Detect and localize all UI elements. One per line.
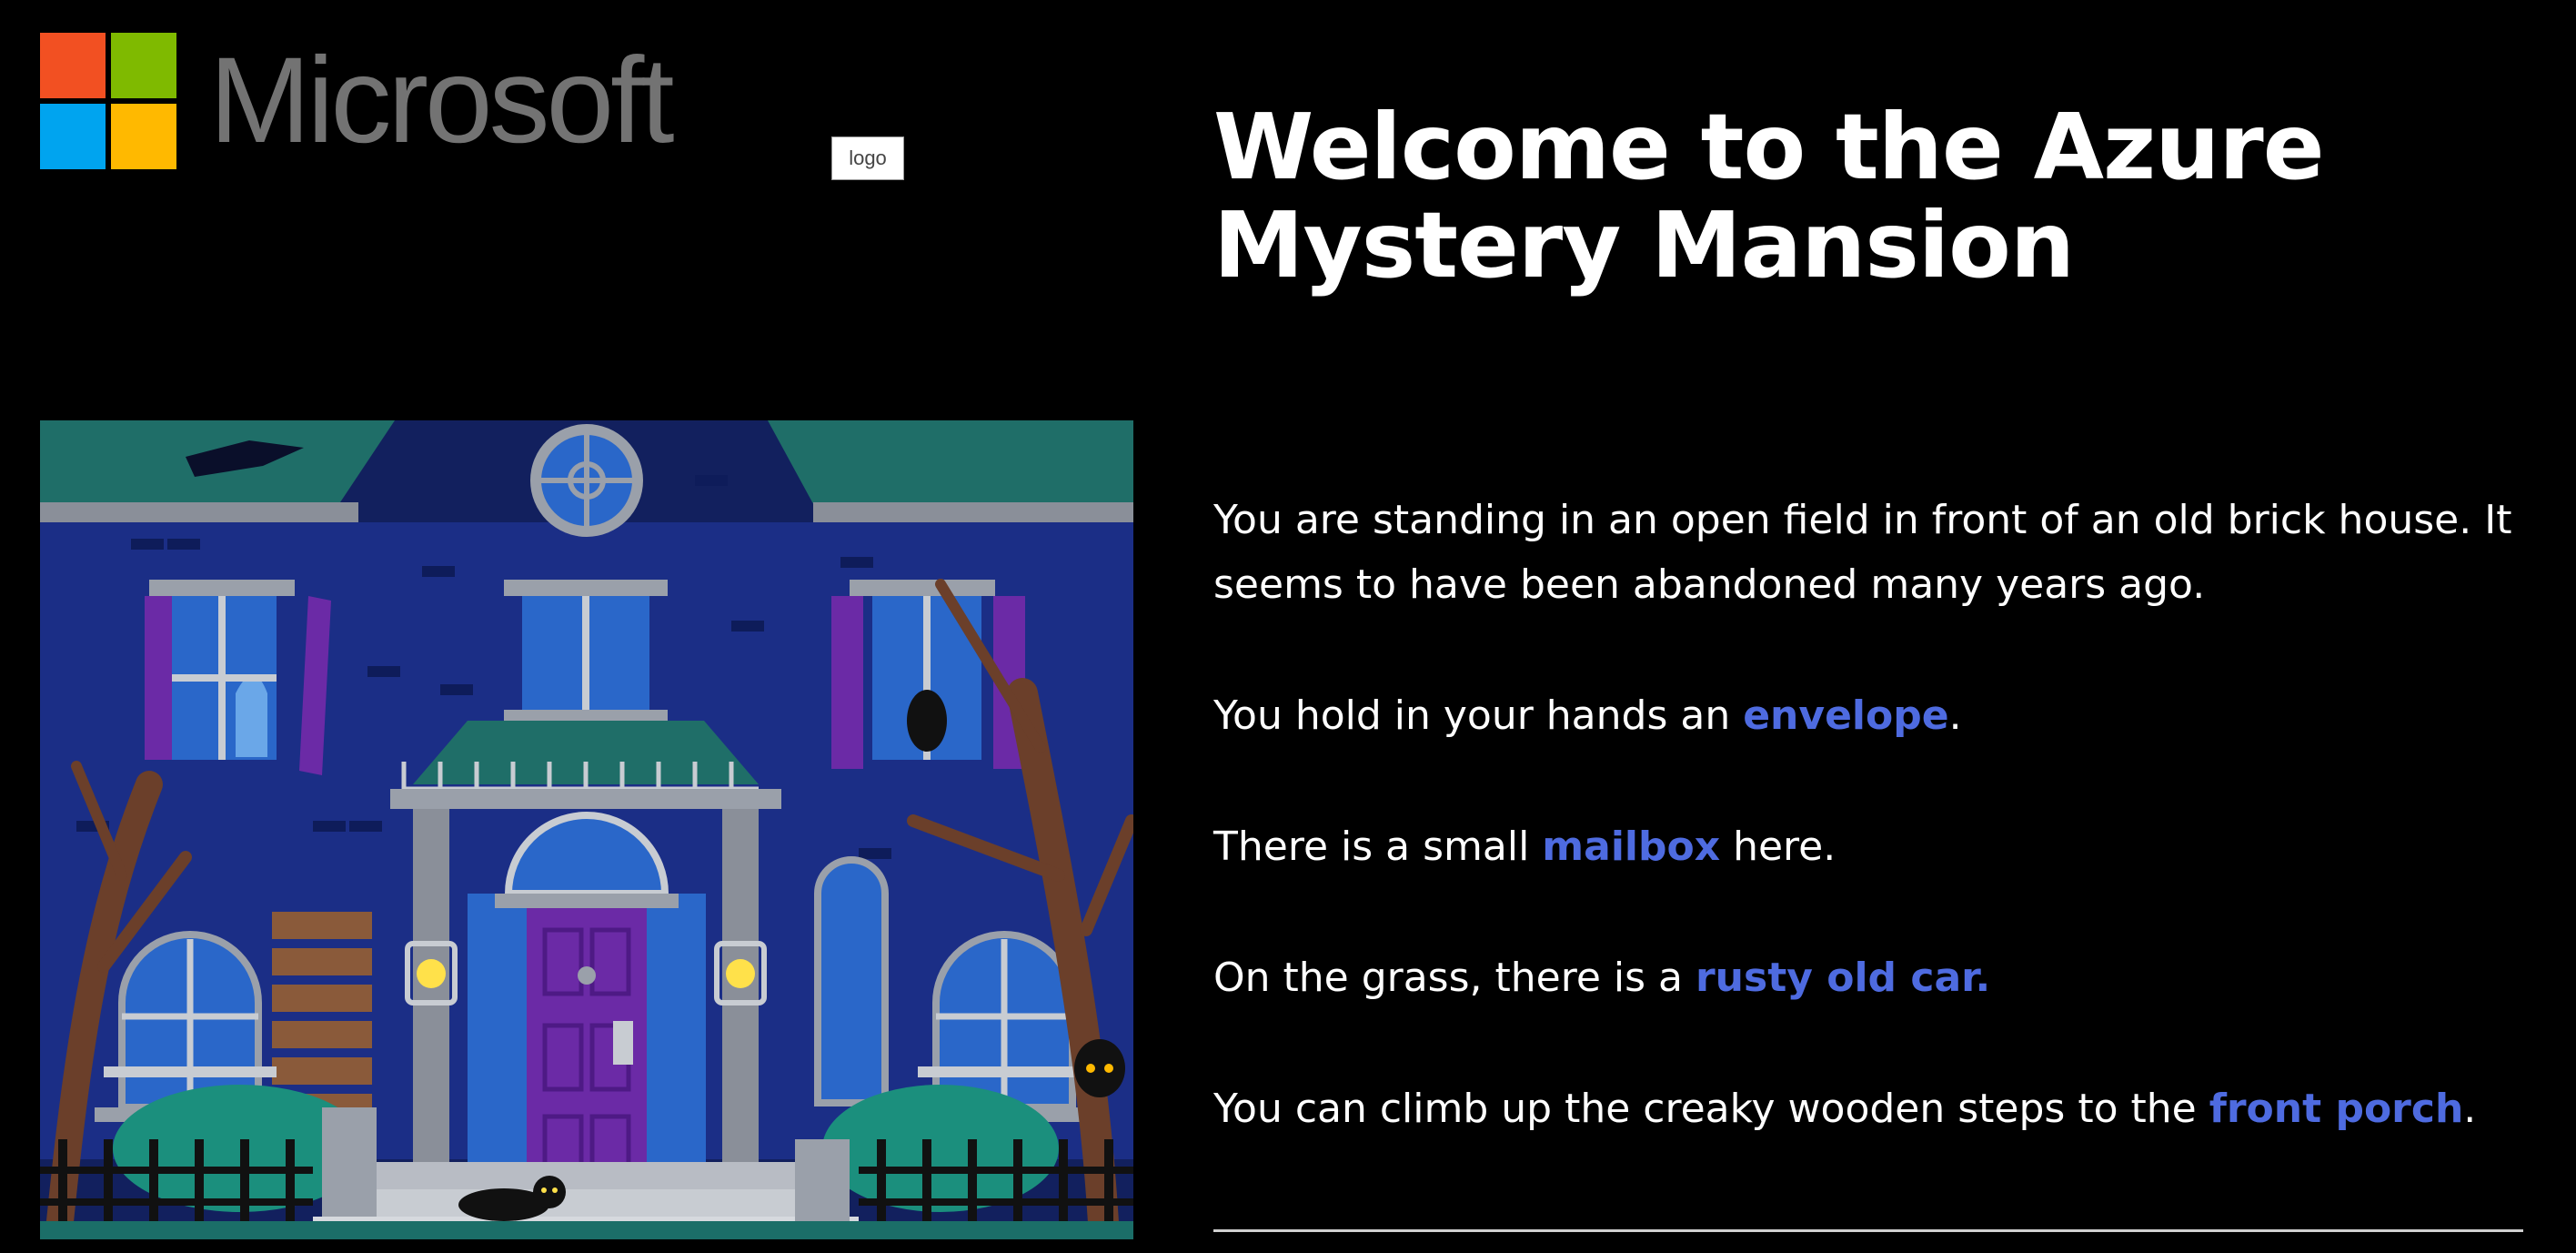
title-line-2: Mystery Mansion	[1213, 192, 2075, 298]
front-porch-link[interactable]: front porch	[2209, 1086, 2464, 1132]
haunted-mansion-illustration	[40, 420, 1133, 1239]
story-car-text: On the grass, there is a	[1213, 955, 1696, 1001]
rusty-old-car-link[interactable]: rusty old car.	[1696, 955, 1990, 1001]
story-mailbox: There is a small mailbox here.	[1213, 814, 2523, 879]
story-intro: You are standing in an open field in fro…	[1213, 497, 2512, 608]
mailbox-link[interactable]: mailbox	[1542, 824, 1720, 870]
story-car: On the grass, there is a rusty old car.	[1213, 945, 2523, 1010]
logo-placeholder: logo	[831, 136, 904, 180]
title-line-1: Welcome to the Azure	[1213, 94, 2325, 200]
microsoft-logo: Microsoft	[40, 33, 675, 169]
story-porch-text: You can climb up the creaky wooden steps…	[1213, 1086, 2209, 1132]
story-envelope: You hold in your hands an envelope.	[1213, 683, 2523, 748]
divider	[1213, 1229, 2523, 1232]
story-text: You are standing in an open field in fro…	[1213, 488, 2523, 1208]
story-mailbox-text: There is a small	[1213, 824, 1543, 870]
microsoft-wordmark: Microsoft	[209, 33, 675, 168]
story-porch-end: .	[2463, 1086, 2477, 1132]
page-title: Welcome to the Azure Mystery Mansion	[1213, 98, 2487, 295]
story-porch: You can climb up the creaky wooden steps…	[1213, 1076, 2523, 1141]
story-envelope-text: You hold in your hands an	[1213, 692, 1744, 739]
envelope-link[interactable]: envelope	[1743, 692, 1948, 739]
story-mailbox-end: here.	[1720, 824, 1836, 870]
story-envelope-end: .	[1948, 692, 1962, 739]
microsoft-squares-icon	[40, 33, 176, 169]
game-page: Microsoft logo Welcome to the Azure Myst…	[0, 0, 2576, 1253]
